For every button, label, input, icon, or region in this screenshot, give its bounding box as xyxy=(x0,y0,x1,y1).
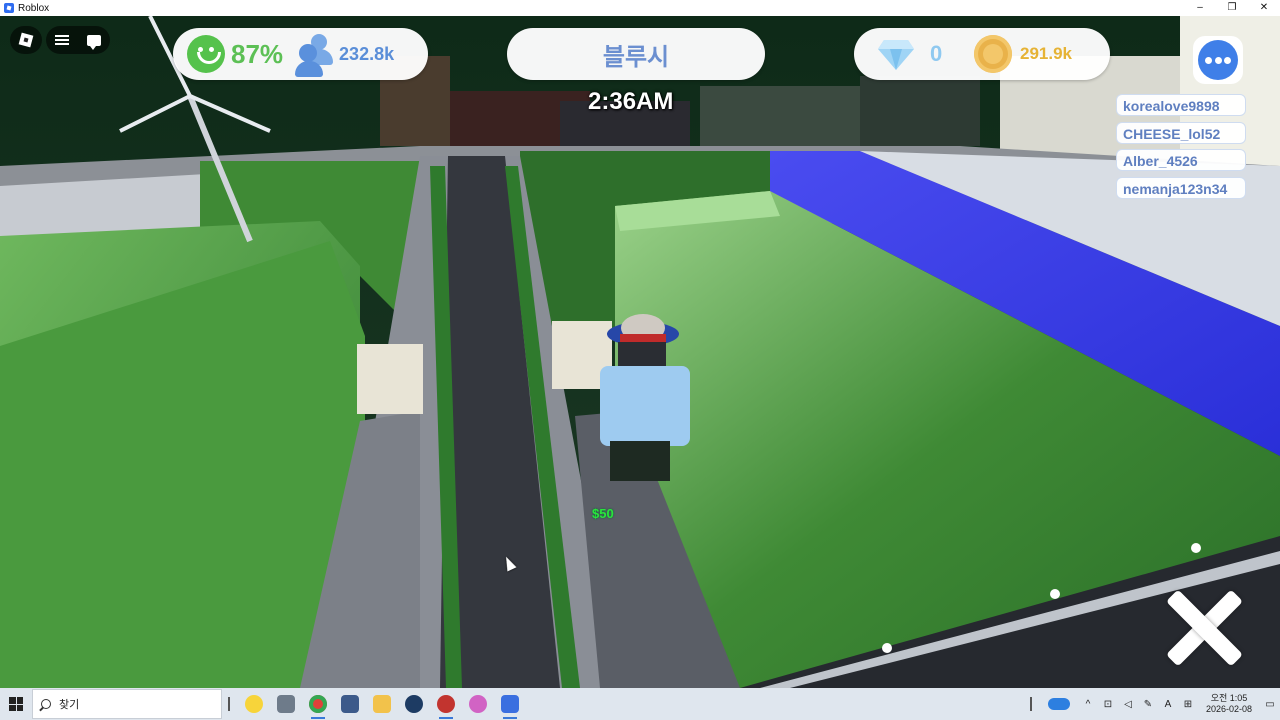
start-button[interactable] xyxy=(0,688,32,720)
system-tray: ^ ⊡ ◁ ✎ A ⊞ 오전 1:05 2026-02-08 ▭ xyxy=(1024,688,1280,720)
notification-icon[interactable]: ▭ xyxy=(1262,699,1278,710)
top-left-toolbar xyxy=(46,26,110,54)
taskbar-app-7[interactable] xyxy=(430,688,462,720)
player-entry[interactable]: nemanja123n34 xyxy=(1116,176,1246,199)
app-icon xyxy=(341,695,359,713)
input-language[interactable]: A xyxy=(1160,699,1176,710)
search-placeholder: 찾기 xyxy=(59,699,80,711)
gems-value: 0 xyxy=(930,41,943,66)
taskbar-search[interactable]: 찾기 xyxy=(32,689,222,719)
roblox-icon xyxy=(501,695,519,713)
app-icon xyxy=(469,695,487,713)
player-entry[interactable]: korealove9898 xyxy=(1116,94,1246,116)
taskbar-divider xyxy=(228,697,230,711)
stats-pill: 87% 232.8k xyxy=(173,28,428,80)
kakaotalk-taskbar-app[interactable] xyxy=(238,688,270,720)
taskbar-app-4[interactable] xyxy=(334,688,366,720)
roblox-logo-icon xyxy=(18,32,34,48)
game-clock: 2:36AM xyxy=(588,88,674,115)
chrome-taskbar-app[interactable] xyxy=(302,688,334,720)
currency-pill: 0 291.9k xyxy=(854,28,1110,80)
ime-icon[interactable]: ⊞ xyxy=(1180,699,1196,710)
player-entry[interactable]: CHEESE_lol52 xyxy=(1116,121,1246,144)
roblox-taskbar-app[interactable] xyxy=(494,688,526,720)
steam-icon xyxy=(405,695,423,713)
location-name: 블루시 xyxy=(602,43,670,71)
population-value: 232.8k xyxy=(339,43,395,64)
hamburger-menu-icon[interactable] xyxy=(55,35,69,45)
maximize-button[interactable]: ❐ xyxy=(1216,0,1248,16)
close-x-button[interactable] xyxy=(1162,586,1246,670)
clock-date: 2026-02-08 xyxy=(1205,704,1252,714)
chat-icon[interactable] xyxy=(87,34,101,50)
tray-divider xyxy=(1029,697,1032,711)
app-icon xyxy=(437,695,455,713)
file-explorer-taskbar-app[interactable] xyxy=(366,688,398,720)
windows-taskbar: 찾기 ^ ⊡ ◁ ✎ A ⊞ 오전 1:05 2026-02-08 ▭ xyxy=(0,688,1280,720)
taskbar-app-8[interactable] xyxy=(462,688,494,720)
onedrive-icon[interactable] xyxy=(1047,698,1070,710)
calculator-icon xyxy=(277,695,295,713)
search-icon xyxy=(41,699,51,709)
minimize-button[interactable]: – xyxy=(1184,0,1216,16)
steam-taskbar-app[interactable] xyxy=(398,688,430,720)
network-icon[interactable]: ⊡ xyxy=(1100,699,1116,710)
location-pill[interactable]: 블루시 xyxy=(507,28,765,80)
calculator-taskbar-app[interactable] xyxy=(270,688,302,720)
more-options-button[interactable] xyxy=(1193,36,1243,84)
happiness-icon xyxy=(187,35,225,73)
player-entry[interactable]: Alber_4526 xyxy=(1116,149,1246,171)
diamond-icon xyxy=(878,40,914,70)
roblox-menu-button[interactable] xyxy=(10,26,42,54)
chrome-icon xyxy=(309,695,327,713)
coin-icon xyxy=(974,35,1012,73)
roblox-app-icon xyxy=(4,3,14,13)
player-list: korealove9898 CHEESE_lol52 Alber_4526 ne… xyxy=(1116,94,1246,204)
game-viewport[interactable]: 87% 232.8k 블루시 0 291.9k 2:36AM korealove… xyxy=(0,16,1280,688)
game-scene xyxy=(0,16,1280,688)
speaker-icon[interactable]: ◁ xyxy=(1120,699,1136,710)
chevron-up-icon[interactable]: ^ xyxy=(1080,699,1096,710)
population-icon xyxy=(295,32,335,77)
happiness-value: 87% xyxy=(231,38,284,69)
kakaotalk-icon xyxy=(245,695,263,713)
floating-money-text: $50 xyxy=(592,506,614,521)
clock-time: 오전 1:05 xyxy=(1210,693,1248,703)
more-dots-icon xyxy=(1198,40,1238,80)
folder-icon xyxy=(373,695,391,713)
close-window-button[interactable]: ✕ xyxy=(1248,0,1280,16)
window-title: Roblox xyxy=(18,2,50,14)
window-controls: – ❐ ✕ xyxy=(1184,0,1280,16)
windows-logo-icon xyxy=(9,697,23,711)
taskbar-clock[interactable]: 오전 1:05 2026-02-08 xyxy=(1206,693,1252,715)
window-titlebar: Roblox – ❐ ✕ xyxy=(0,0,1280,16)
coins-value: 291.9k xyxy=(1020,44,1072,63)
pen-icon[interactable]: ✎ xyxy=(1140,699,1156,710)
